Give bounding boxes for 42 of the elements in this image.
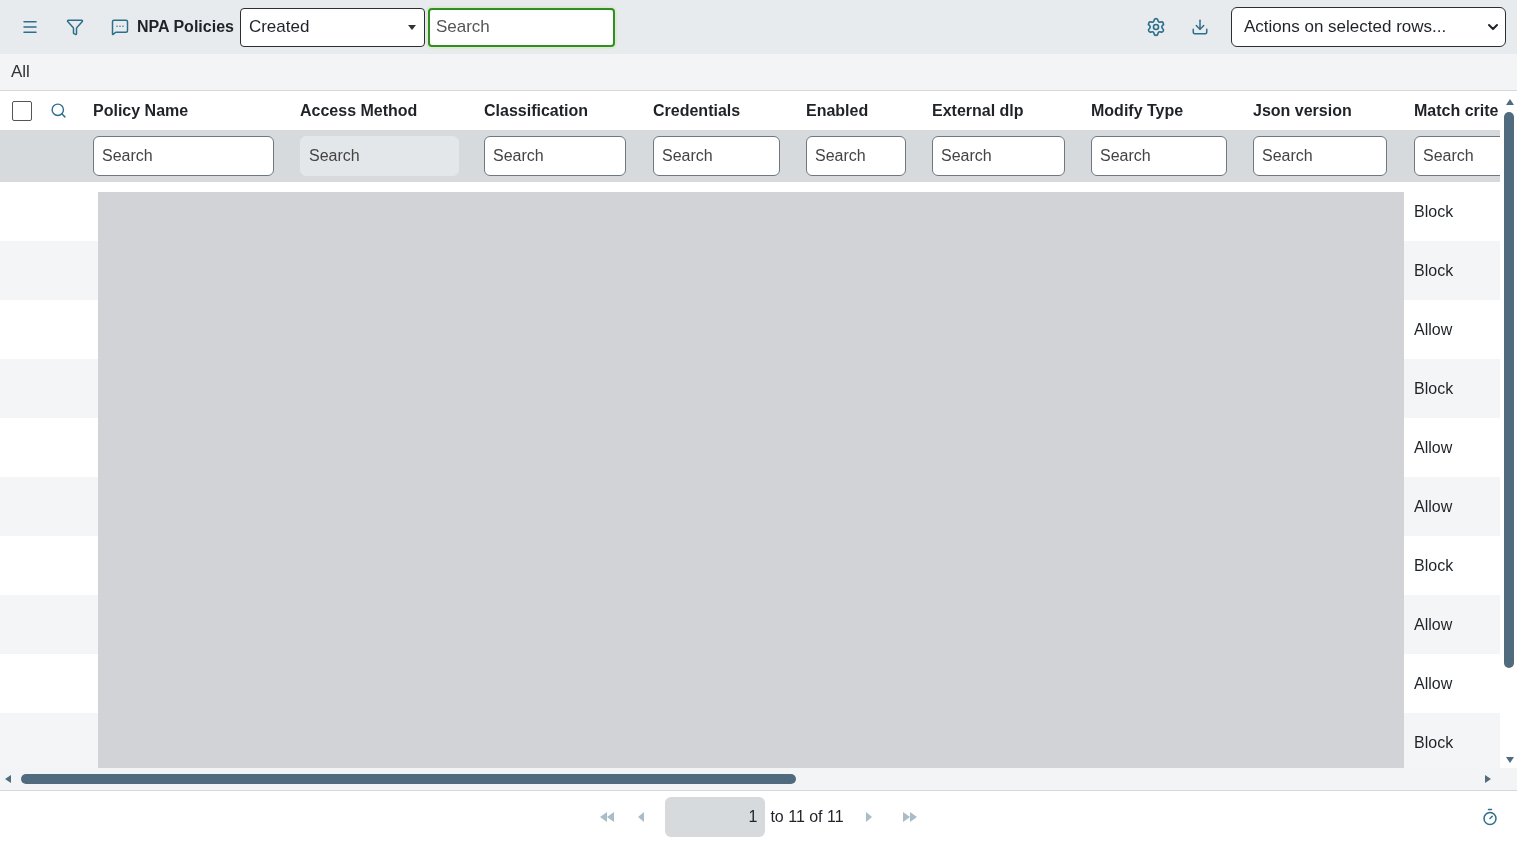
column-filter-field[interactable]: Search — [1253, 136, 1387, 176]
column-header[interactable]: Json version — [1253, 101, 1352, 119]
column-filter-field[interactable]: Search — [484, 136, 626, 176]
column-filter-field[interactable]: Search — [93, 136, 274, 176]
caret-icon — [407, 24, 416, 30]
vertical-scrollbar-thumb[interactable] — [1503, 112, 1514, 668]
search-field[interactable]: Search — [427, 7, 615, 47]
column-header[interactable]: Modify Type — [1091, 101, 1184, 119]
column-filter-field[interactable]: Search — [1414, 136, 1500, 176]
scroll-left-icon[interactable] — [3, 773, 13, 785]
page-title: NPA Policies — [137, 17, 234, 37]
table-cell: Allow — [1404, 477, 1500, 536]
select-all-checkbox[interactable] — [11, 100, 32, 121]
filter-icon[interactable] — [66, 18, 84, 36]
view-label: All — [11, 61, 30, 84]
menu-icon[interactable] — [21, 18, 39, 36]
column-filter-field[interactable]: Search — [806, 136, 906, 176]
horizontal-scrollbar-thumb[interactable] — [21, 774, 796, 784]
column-filter-field[interactable]: Search — [932, 136, 1065, 176]
table-cell: Block — [1404, 713, 1500, 768]
timer-icon[interactable] — [1481, 807, 1499, 826]
column-header[interactable]: Match crite — [1414, 101, 1499, 119]
table-cell: Allow — [1404, 595, 1500, 654]
page-summary: to 11 of 11 — [770, 806, 844, 827]
page-field[interactable]: 1 — [665, 796, 766, 837]
column-filter-field[interactable]: Search — [653, 136, 780, 176]
scroll-right-icon[interactable] — [1483, 773, 1493, 785]
download-icon[interactable] — [1191, 18, 1209, 36]
table-cell: Block — [1404, 359, 1500, 418]
column-header[interactable]: Classification — [484, 101, 589, 119]
column-header[interactable]: Credentials — [653, 101, 741, 119]
table-cell: Block — [1404, 241, 1500, 300]
column-filter-field[interactable]: Search — [1091, 136, 1227, 176]
column-header[interactable]: External dlp — [932, 101, 1024, 119]
actions-select[interactable]: Actions on selected rows... — [1231, 7, 1506, 47]
settings-icon[interactable] — [1146, 17, 1166, 37]
chat-icon[interactable] — [111, 18, 129, 36]
column-header[interactable]: Policy Name — [93, 101, 189, 119]
column-header[interactable]: Enabled — [806, 101, 869, 119]
search-icon[interactable] — [50, 102, 67, 119]
column-header[interactable]: Access Method — [300, 101, 418, 119]
view-select[interactable]: Created — [239, 7, 425, 47]
